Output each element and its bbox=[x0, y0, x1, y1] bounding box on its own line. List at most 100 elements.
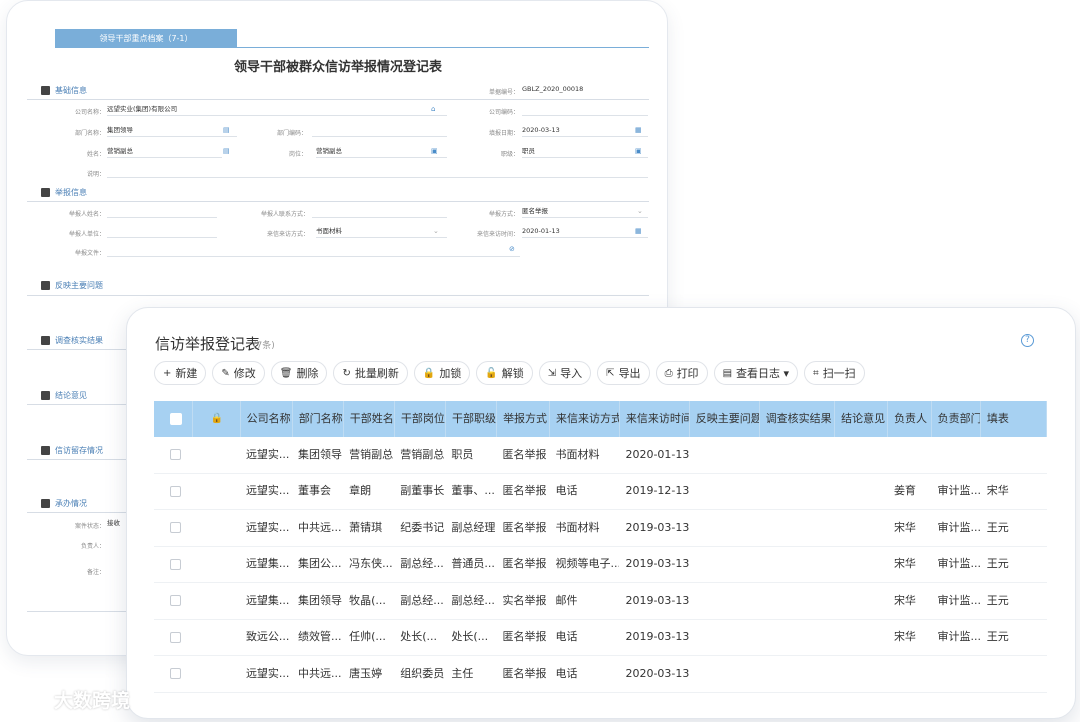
column-header[interactable]: 公司名称 bbox=[241, 401, 293, 437]
section-conclusion[interactable]: 结论意见 bbox=[41, 390, 87, 401]
section-handling[interactable]: 承办情况 bbox=[41, 498, 87, 509]
row-checkbox[interactable] bbox=[170, 595, 181, 607]
section-label: 反映主要问题 bbox=[55, 281, 103, 290]
column-header[interactable]: 负责部门 bbox=[932, 401, 981, 437]
column-header[interactable]: 干部姓名 bbox=[344, 401, 395, 437]
table-cell: 电话 bbox=[555, 484, 578, 498]
column-header[interactable]: 举报方式 bbox=[497, 401, 551, 437]
table-cell bbox=[759, 473, 835, 509]
table-row[interactable]: 远望集... 集团公... 冯东侠... 副总经... 普通员... 匿名举报 视频等电子.… bbox=[154, 546, 1047, 583]
column-header[interactable]: 干部职级 bbox=[446, 401, 498, 437]
column-header[interactable]: 干部岗位 bbox=[395, 401, 446, 437]
reporter-name-field[interactable] bbox=[107, 206, 217, 218]
table-cell: 处长(... bbox=[451, 630, 489, 644]
table-cell: 中共远... bbox=[298, 666, 342, 680]
chevron-down-icon[interactable]: ⌄ bbox=[637, 207, 643, 215]
toolbar-button-3[interactable]: ↻ 批量刷新 bbox=[333, 361, 408, 385]
visit-time-field[interactable]: 2020-01-13 bbox=[522, 226, 648, 238]
visit-method-select[interactable]: 书面材料 bbox=[316, 226, 447, 238]
toolbar-button-5[interactable]: 🔓 解锁 bbox=[476, 361, 533, 385]
rank-label: 职级： bbox=[500, 151, 519, 158]
section-icon bbox=[41, 391, 50, 400]
select-icon[interactable]: ▣ bbox=[431, 147, 438, 155]
reporter-contact-field[interactable] bbox=[312, 206, 447, 218]
toolbar-button-9[interactable]: ▤ 查看日志 ▾ bbox=[713, 361, 799, 385]
column-header[interactable]: 来信来访时间 bbox=[620, 401, 690, 437]
table-body: 远望实... 集团领导 营销副总 营销副总 职员 匿名举报 书面材料 2020-01-13 远望… bbox=[154, 437, 1047, 693]
toolbar-button-2[interactable]: 🗑 删除 bbox=[270, 361, 328, 385]
company-field[interactable]: 远望实业(集团)有限公司 bbox=[107, 104, 447, 116]
section-main-issue[interactable]: 反映主要问题 bbox=[41, 280, 103, 291]
row-checkbox[interactable] bbox=[170, 631, 181, 643]
list-icon[interactable]: ▤ bbox=[223, 126, 230, 134]
toolbar-button-0[interactable]: + 新建 bbox=[154, 361, 207, 385]
toolbar-button-7[interactable]: ⇱ 导出 bbox=[597, 361, 650, 385]
fill-date-label: 填报日期： bbox=[488, 130, 519, 137]
table-cell: 集团领导 bbox=[298, 593, 343, 607]
post-field[interactable]: 营销副总 bbox=[316, 146, 447, 158]
calendar-icon[interactable]: ▦ bbox=[635, 227, 642, 235]
list-title: 信访举报登记表 bbox=[155, 335, 261, 353]
table-cell: 2020-01-13 bbox=[625, 447, 690, 461]
column-header[interactable]: 填表 bbox=[981, 401, 1047, 437]
paperclip-icon[interactable]: ⊘ bbox=[509, 245, 515, 253]
section-basic-info[interactable]: 基础信息 bbox=[41, 85, 87, 96]
select-icon[interactable]: ▣ bbox=[635, 147, 642, 155]
notes-field[interactable] bbox=[107, 166, 648, 178]
dept-code-field[interactable] bbox=[312, 125, 447, 137]
select-all-checkbox[interactable] bbox=[154, 401, 193, 437]
dept-field[interactable]: 集团领导 bbox=[107, 125, 237, 137]
row-checkbox[interactable] bbox=[170, 668, 181, 680]
toolbar-button-8[interactable]: ⎙ 打印 bbox=[655, 361, 708, 385]
column-header[interactable]: 负责人 bbox=[888, 401, 932, 437]
row-checkbox[interactable] bbox=[170, 522, 181, 534]
table-row[interactable]: 远望实... 中共远... 唐玉婷 组织委员 主任 匿名举报 电话 2020-03-13 bbox=[154, 656, 1047, 693]
section-icon bbox=[41, 336, 50, 345]
name-field[interactable]: 营销副总 bbox=[107, 146, 222, 158]
section-verify-result[interactable]: 调查核实结果 bbox=[41, 335, 103, 346]
company-code-field[interactable] bbox=[522, 104, 648, 116]
toolbar-icon: ↻ bbox=[342, 367, 351, 379]
lock-cell bbox=[193, 656, 240, 692]
toolbar-label: 批量刷新 bbox=[354, 367, 399, 380]
list-icon[interactable]: ▤ bbox=[223, 147, 230, 155]
report-method-select[interactable]: 匿名举报 bbox=[522, 206, 648, 218]
table-row[interactable]: 远望实... 董事会 章朗 副董事长 董事、... 匿名举报 电话 2019-12-13 姜育 审… bbox=[154, 473, 1047, 510]
table-row[interactable]: 远望集... 集团领导 牧晶(... 副总经... 副总经... 实名举报 邮件 2019-0… bbox=[154, 583, 1047, 620]
column-header[interactable]: 结论意见 bbox=[835, 401, 889, 437]
table-row[interactable]: 致远公... 绩效管... 任帅(... 处长(... 处长(... 匿名举报 电话 2019… bbox=[154, 620, 1047, 656]
column-header[interactable]: 反映主要问题 bbox=[690, 401, 760, 437]
checkbox[interactable] bbox=[170, 413, 182, 425]
section-icon bbox=[41, 446, 50, 455]
calendar-icon[interactable]: ▦ bbox=[635, 126, 642, 134]
building-icon[interactable]: ⌂ bbox=[431, 105, 435, 113]
table-cell bbox=[689, 546, 759, 582]
table-cell: 远望集... bbox=[245, 557, 290, 571]
toolbar-button-6[interactable]: ⇲ 导入 bbox=[538, 361, 592, 385]
toolbar-button-10[interactable]: ⌗ 扫一扫 bbox=[804, 361, 865, 385]
column-header[interactable]: 调查核实结果 bbox=[760, 401, 836, 437]
toolbar-label: 打印 bbox=[676, 367, 699, 380]
table-cell bbox=[759, 583, 835, 619]
row-checkbox[interactable] bbox=[170, 485, 181, 497]
table-cell: 远望实... bbox=[245, 447, 290, 461]
table-row[interactable]: 远望实... 中共远... 萧锖琪 纪委书记 副总经理 匿名举报 书面材料 2019-03-1… bbox=[154, 510, 1047, 547]
column-header[interactable]: 来信来访方式 bbox=[550, 401, 620, 437]
help-icon[interactable]: ? bbox=[1021, 334, 1034, 347]
toolbar-button-1[interactable]: ✎ 修改 bbox=[212, 361, 265, 385]
row-checkbox[interactable] bbox=[170, 558, 181, 570]
toolbar-button-4[interactable]: 🔒 加锁 bbox=[413, 361, 471, 385]
report-file-field[interactable] bbox=[107, 245, 520, 257]
rank-field[interactable]: 职员 bbox=[522, 146, 648, 158]
row-checkbox[interactable] bbox=[170, 449, 181, 461]
table-cell: 组织委员 bbox=[400, 666, 445, 680]
column-header[interactable]: 部门名称 bbox=[293, 401, 344, 437]
form-tab[interactable]: 领导干部重点档案（7-1） bbox=[55, 29, 237, 48]
section-storage[interactable]: 信访留存情况 bbox=[41, 445, 103, 456]
table-row[interactable]: 远望实... 集团领导 营销副总 营销副总 职员 匿名举报 书面材料 2020-01-13 bbox=[154, 437, 1047, 474]
lock-column-icon[interactable]: 🔒 bbox=[193, 401, 241, 437]
fill-date-field[interactable]: 2020-03-13 bbox=[522, 125, 648, 137]
section-report-info[interactable]: 举报信息 bbox=[41, 187, 87, 198]
chevron-down-icon[interactable]: ⌄ bbox=[433, 227, 439, 235]
reporter-unit-field[interactable] bbox=[107, 226, 217, 238]
